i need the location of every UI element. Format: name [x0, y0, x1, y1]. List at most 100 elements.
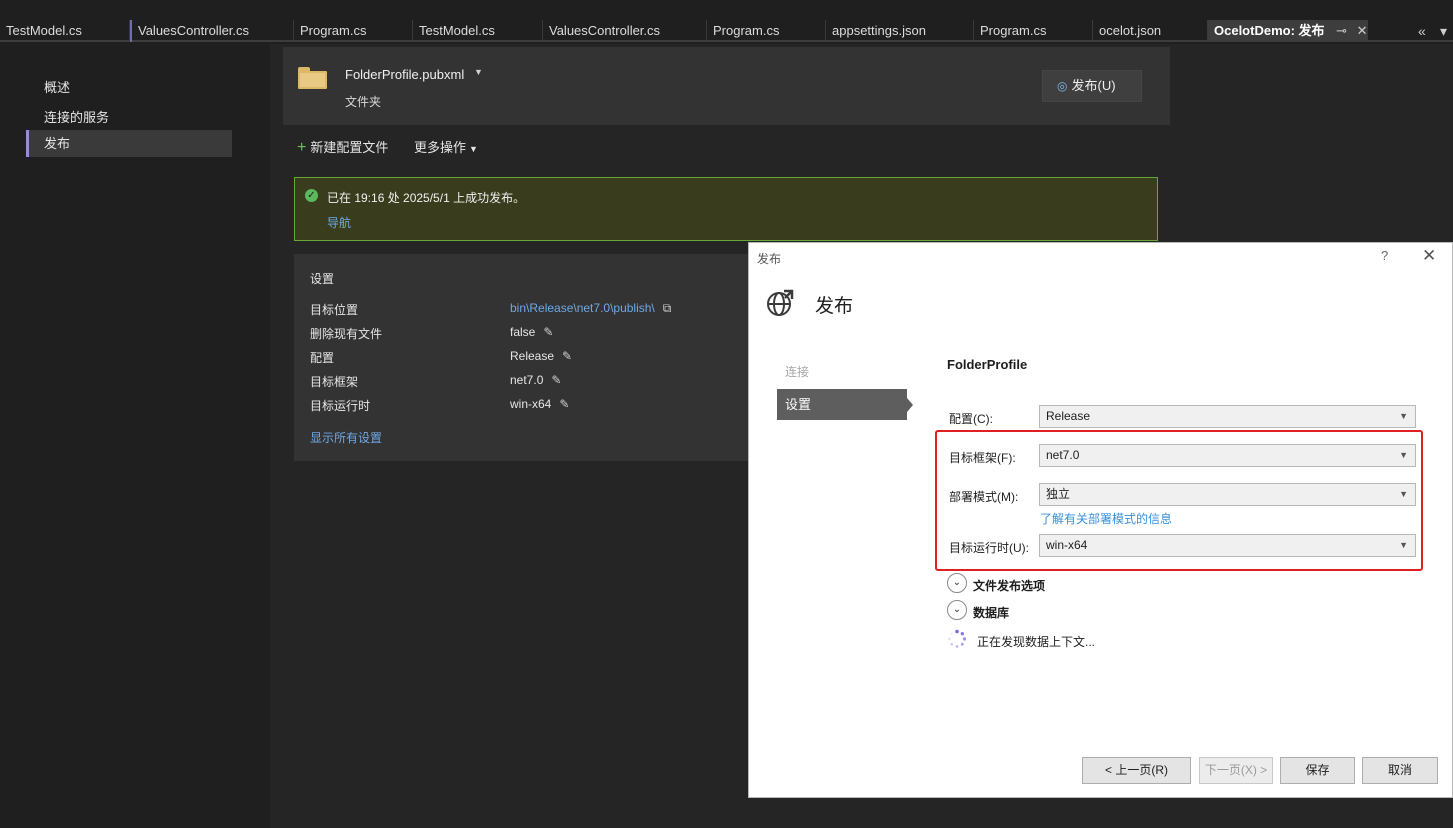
navigate-link[interactable]: 导航 [327, 214, 351, 231]
delete-files-value: false [510, 325, 536, 339]
settings-title: 设置 [310, 272, 335, 286]
tab-label: Program.cs [300, 23, 367, 38]
cancel-button[interactable]: 取消 [1362, 757, 1438, 784]
step-settings[interactable]: 设置 [777, 389, 907, 420]
expand-database-icon[interactable]: ⌄ [947, 600, 967, 620]
help-icon[interactable]: ? [1381, 248, 1388, 263]
setting-value-framework: net7.0 ✎ [510, 373, 561, 387]
folder-icon [298, 67, 327, 89]
chevron-down-icon: ▼ [1399, 411, 1408, 421]
setting-value-configuration: Release ✎ [510, 349, 572, 363]
setting-label-framework: 目标框架 [310, 375, 359, 389]
framework-value: net7.0 [510, 373, 544, 387]
publish-button[interactable]: ◎ 发布(U) [1042, 70, 1142, 102]
new-profile-button[interactable]: + 新建配置文件 [297, 137, 388, 157]
tab-label: OcelotDemo: 发布 [1214, 23, 1325, 38]
pencil-icon[interactable]: ✎ [559, 397, 569, 411]
close-icon[interactable]: ✕ [1422, 246, 1436, 266]
new-profile-label: 新建配置文件 [310, 140, 389, 155]
setting-label-configuration: 配置 [310, 351, 335, 365]
dialog-profile-title: FolderProfile [947, 357, 1028, 372]
framework-select[interactable]: net7.0 ▼ [1039, 444, 1416, 467]
configuration-label: 配置(C): [949, 412, 993, 426]
publish-success-banner: ✓ 已在 19:16 处 2025/5/1 上成功发布。 导航 [294, 177, 1158, 241]
tab-label: ocelot.json [1099, 23, 1162, 38]
framework-select-value: net7.0 [1046, 448, 1080, 462]
discovering-context-text: 正在发现数据上下文... [977, 635, 1096, 649]
tab-label: ValuesController.cs [138, 23, 250, 38]
tab-label: appsettings.json [832, 23, 926, 38]
runtime-value: win-x64 [510, 397, 552, 411]
more-actions-label: 更多操作 [414, 140, 467, 155]
tab-testmodel-2[interactable]: TestModel.cs [413, 20, 543, 42]
tab-appsettings[interactable]: appsettings.json [826, 20, 974, 42]
step-arrow [907, 398, 913, 412]
tab-label: Program.cs [713, 23, 780, 38]
settings-card: 设置 目标位置 bin\Release\net7.0\publish\ ⧉ 删除现… [294, 254, 764, 461]
pencil-icon[interactable]: ✎ [551, 373, 561, 387]
chevron-down-icon: ▼ [1399, 489, 1408, 499]
file-publish-options[interactable]: 文件发布选项 [973, 577, 1045, 594]
loading-spinner-icon [948, 629, 967, 648]
tab-ocelot-json[interactable]: ocelot.json [1093, 20, 1208, 42]
setting-label-delete-files: 删除现有文件 [310, 327, 383, 341]
publish-left-nav: 概述 连接的服务 发布 [0, 44, 270, 828]
profile-type: 文件夹 [345, 95, 382, 109]
show-all-settings-link[interactable]: 显示所有设置 [310, 429, 382, 446]
configuration-select[interactable]: Release ▼ [1039, 405, 1416, 428]
chevron-down-icon: ▼ [1399, 450, 1408, 460]
pencil-icon[interactable]: ✎ [562, 349, 572, 363]
chevron-down-icon[interactable]: ▼ [474, 67, 483, 77]
profile-selector[interactable]: FolderProfile.pubxml [345, 67, 464, 82]
dialog-heading: 发布 [815, 296, 854, 317]
tab-program-3[interactable]: Program.cs [974, 20, 1093, 42]
nav-item-overview[interactable]: 概述 [44, 77, 70, 96]
dialog-title: 发布 [757, 252, 782, 266]
copy-icon[interactable]: ⧉ [663, 301, 672, 315]
runtime-label: 目标运行时(U): [949, 541, 1029, 555]
pin-icon[interactable]: ⊸ [1336, 20, 1347, 42]
expand-file-publish-icon[interactable]: ⌄ [947, 573, 967, 593]
chevron-down-icon: ▼ [469, 144, 478, 154]
tab-dropdown-icon[interactable]: ▾ [1440, 20, 1447, 42]
previous-button[interactable]: < 上一页(R) [1082, 757, 1191, 784]
target-location-link[interactable]: bin\Release\net7.0\publish\ [510, 301, 655, 315]
publish-icon: ◎ [1057, 79, 1068, 93]
runtime-select[interactable]: win-x64 ▼ [1039, 534, 1416, 557]
tab-label: ValuesController.cs [549, 23, 661, 38]
framework-label: 目标框架(F): [949, 451, 1016, 465]
deploy-mode-select-value: 独立 [1046, 487, 1071, 501]
step-connect[interactable]: 连接 [785, 363, 809, 380]
top-toolbar-strip [0, 0, 1453, 20]
setting-label-target-location: 目标位置 [310, 303, 359, 317]
setting-value-target-location[interactable]: bin\Release\net7.0\publish\ ⧉ [510, 301, 671, 316]
next-button[interactable]: 下一页(X) > [1199, 757, 1273, 784]
nav-item-connected-services[interactable]: 连接的服务 [44, 107, 109, 126]
tab-ocelotdemo-publish[interactable]: OcelotDemo: 发布 ⊸ ✕ [1208, 20, 1368, 42]
more-actions-button[interactable]: 更多操作 ▼ [414, 137, 478, 156]
database-options[interactable]: 数据库 [973, 604, 1009, 621]
save-button[interactable]: 保存 [1280, 757, 1355, 784]
nav-item-publish[interactable]: 发布 [26, 130, 232, 157]
tab-label: TestModel.cs [6, 23, 82, 38]
close-icon[interactable]: ✕ [1357, 20, 1368, 42]
tab-valuescontroller-2[interactable]: ValuesController.cs [543, 20, 707, 42]
deploy-mode-select[interactable]: 独立 ▼ [1039, 483, 1416, 506]
setting-value-delete-files: false ✎ [510, 325, 553, 339]
tab-testmodel-1[interactable]: TestModel.cs [0, 20, 130, 42]
globe-publish-icon [767, 289, 794, 316]
tab-program-2[interactable]: Program.cs [707, 20, 826, 42]
deploy-mode-info-link[interactable]: 了解有关部署模式的信息 [1040, 510, 1172, 527]
setting-value-runtime: win-x64 ✎ [510, 397, 569, 411]
tab-label: Program.cs [980, 23, 1047, 38]
pencil-icon[interactable]: ✎ [543, 325, 553, 339]
check-circle-icon: ✓ [305, 189, 318, 202]
setting-label-runtime: 目标运行时 [310, 399, 371, 413]
configuration-select-value: Release [1046, 409, 1091, 423]
publish-profile-card: FolderProfile.pubxml ▼ 文件夹 ◎ 发布(U) [283, 47, 1170, 125]
success-message: 已在 19:16 处 2025/5/1 上成功发布。 [327, 191, 526, 205]
tab-valuescontroller-1[interactable]: ValuesController.cs [130, 20, 294, 42]
tab-overflow-icon[interactable]: « [1418, 20, 1426, 42]
tab-program-1[interactable]: Program.cs [294, 20, 413, 42]
publish-dialog: 发布 ? ✕ 发布 连接 设置 FolderProfile 配置(C): Rel… [748, 242, 1453, 798]
